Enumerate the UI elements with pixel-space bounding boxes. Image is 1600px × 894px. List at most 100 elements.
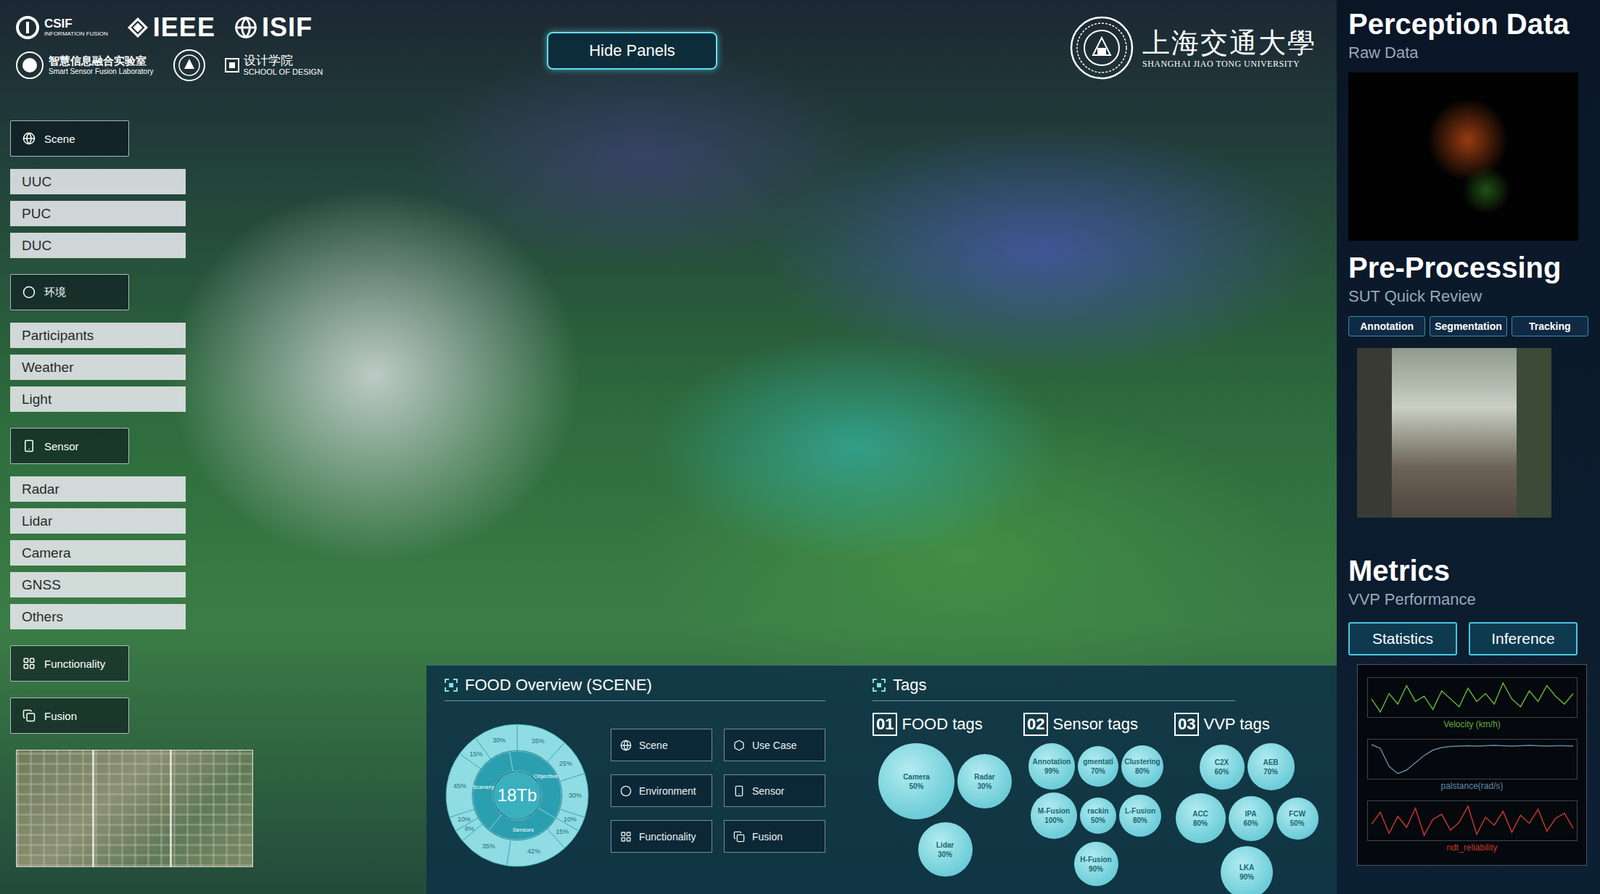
sidebar-item[interactable]: PUC	[10, 200, 186, 227]
overview-button[interactable]: Environment	[610, 774, 713, 808]
csif-logo: CSIFINFORMATION FUSION	[15, 15, 109, 40]
tag-bubble: Lidar30%	[918, 822, 973, 877]
metrics-subtitle: VVP Performance	[1348, 590, 1589, 610]
sidebar-section-header[interactable]: Sensor	[10, 427, 130, 465]
school-logo: 设计学院SCHOOL OF DESIGN	[224, 54, 324, 77]
metrics-title: Metrics	[1348, 554, 1589, 588]
sidebar-item[interactable]: Weather	[10, 354, 186, 381]
metrics-button[interactable]: Statistics	[1348, 622, 1458, 656]
sidebar-section: Functionality	[10, 645, 427, 682]
section-mark-icon	[872, 678, 886, 692]
tag-bubble: H-Fusion90%	[1074, 842, 1119, 887]
tag-group: 01FOOD tags Camera50%Radar30%Lidar30%	[872, 712, 1024, 894]
tag-bubble: gmentati70%	[1077, 746, 1119, 787]
sidebar-section-header[interactable]: 环境	[10, 274, 130, 311]
sidebar-section-header[interactable]: Fusion	[10, 697, 130, 734]
tags-section: Tags 01FOOD tags Camera50%Radar30%Lidar30%…	[866, 665, 1337, 894]
svg-text:15%: 15%	[555, 828, 569, 836]
food-overview: FOOD Overview (SCENE)35%25%30%10%15%42%3…	[426, 665, 867, 894]
crest-icon	[172, 48, 206, 82]
logo-row: CSIFINFORMATION FUSIONIEEEISIF	[15, 12, 547, 43]
overview-button[interactable]: Scene	[610, 728, 713, 762]
preprocessing-button[interactable]: Segmentation	[1429, 316, 1507, 337]
preprocessing-button[interactable]: Annotation	[1348, 316, 1426, 337]
tag-bubble: LKA90%	[1220, 846, 1273, 894]
metrics-button[interactable]: Inference	[1468, 622, 1578, 656]
preprocessing-button[interactable]: Tracking	[1511, 316, 1589, 337]
section-icon	[22, 439, 36, 453]
sidebar-section-header[interactable]: Functionality	[10, 645, 130, 682]
svg-text:42%: 42%	[527, 847, 541, 856]
sidebar-item[interactable]: Camera	[10, 540, 186, 566]
chart-label: Velocity (km/h)	[1443, 719, 1501, 730]
chart-cell: palstance(rad/s)	[1366, 739, 1578, 792]
button-icon	[620, 831, 632, 843]
top-bar: CSIFINFORMATION FUSIONIEEEISIF智慧信息融合实验室S…	[0, 0, 1337, 117]
sidebar-item[interactable]: DUC	[10, 232, 186, 259]
svg-text:25%: 25%	[559, 760, 573, 768]
overview-button[interactable]: Use Case	[723, 728, 826, 762]
sidebar-item[interactable]: GNSS	[10, 572, 186, 598]
sidebar-section-header[interactable]: Scene	[10, 120, 130, 157]
section-icon	[22, 285, 36, 299]
svg-text:Scenery: Scenery	[472, 784, 494, 791]
bubble-chart: Annotation99%gmentati70%Clustering80%M-F…	[1023, 743, 1169, 887]
chart-label: palstance(rad/s)	[1440, 781, 1503, 792]
tag-group-header: 03VVP tags	[1174, 712, 1326, 737]
svg-text:10%: 10%	[457, 815, 471, 824]
tag-bubble: ACC80%	[1175, 793, 1226, 844]
svg-text:8%: 8%	[464, 825, 475, 833]
overview-buttons: Scene Use Case Environment Sensor Functional…	[610, 728, 826, 853]
sidebar-section: Sensor Radar Lidar Camera GNSS Others	[10, 427, 427, 630]
sidebar-item[interactable]: Others	[10, 604, 186, 630]
perception-subtitle: Raw Data	[1348, 43, 1589, 63]
overview-button[interactable]: Fusion	[723, 820, 826, 853]
scene-view[interactable]: CSIFINFORMATION FUSIONIEEEISIF智慧信息融合实验室S…	[0, 0, 1337, 894]
bottom-panel: FOOD Overview (SCENE)35%25%30%10%15%42%3…	[426, 665, 1337, 894]
preprocessing-buttons: AnnotationSegmentationTracking	[1348, 316, 1589, 337]
sidebar-section: Scene UUC PUC DUC	[10, 120, 427, 259]
bubble-chart: Camera50%Radar30%Lidar30%	[872, 743, 1018, 877]
donut-center: 18Tb	[497, 785, 538, 806]
isif-logo: ISIF	[234, 12, 313, 43]
tag-bubble: rackin50%	[1079, 797, 1117, 835]
school-icon	[224, 58, 240, 73]
university-name: 上海交通大學	[1142, 26, 1317, 61]
chart-cell: ndt_reliability	[1366, 800, 1578, 853]
sidebar-item[interactable]: UUC	[10, 168, 186, 195]
university-caption: SHANGHAI JIAO TONG UNIVERSITY	[1142, 59, 1317, 69]
sidebar-item[interactable]: Light	[10, 386, 186, 412]
minimap[interactable]	[15, 749, 254, 868]
svg-text:45%: 45%	[453, 782, 467, 790]
chart-label: ndt_reliability	[1446, 842, 1498, 853]
ieee-diamond-icon	[126, 16, 149, 39]
tag-group: 02Sensor tags Annotation99%gmentati70%Clu…	[1023, 712, 1175, 894]
svg-text:Sensors: Sensors	[512, 826, 534, 834]
tag-bubble: Camera50%	[878, 743, 955, 820]
raw-data-view	[1348, 72, 1579, 241]
svg-text:10%: 10%	[563, 815, 577, 824]
section-icon	[22, 657, 36, 671]
camera-view	[1357, 348, 1552, 518]
tags-header: Tags	[872, 675, 1236, 702]
bubble-chart: C2X60%AEB70%ACC80%IPA60%FCW50%LKA90%	[1174, 743, 1320, 894]
overview-button[interactable]: Functionality	[610, 820, 713, 853]
overview-button[interactable]: Sensor	[723, 774, 826, 808]
tag-bubble: C2X60%	[1199, 744, 1245, 790]
line-chart	[1367, 800, 1578, 842]
metrics-charts: Velocity (km/h) palstance(rad/s) ndt_relia…	[1357, 664, 1587, 867]
sidebar-item[interactable]: Radar	[10, 476, 186, 502]
tag-group-header: 01FOOD tags	[872, 712, 1024, 737]
tag-bubble: Annotation99%	[1028, 743, 1075, 790]
button-icon	[733, 785, 745, 798]
tag-group-header: 02Sensor tags	[1023, 712, 1175, 737]
hide-panels-button[interactable]: Hide Panels	[546, 31, 718, 70]
sidebar-item[interactable]: Participants	[10, 322, 186, 349]
perception-title: Perception Data	[1348, 7, 1589, 41]
sidebar-item[interactable]: Lidar	[10, 508, 186, 534]
overlay-area: FOOD Overview (SCENE)35%25%30%10%15%42%3…	[426, 116, 1337, 894]
tag-bubble: FCW50%	[1276, 797, 1319, 840]
svg-text:35%: 35%	[482, 842, 496, 851]
metrics-buttons: Statistics Inference	[1348, 622, 1589, 656]
sidebar: Scene UUC PUC DUC 环境 Participants Weather Light…	[0, 116, 427, 894]
